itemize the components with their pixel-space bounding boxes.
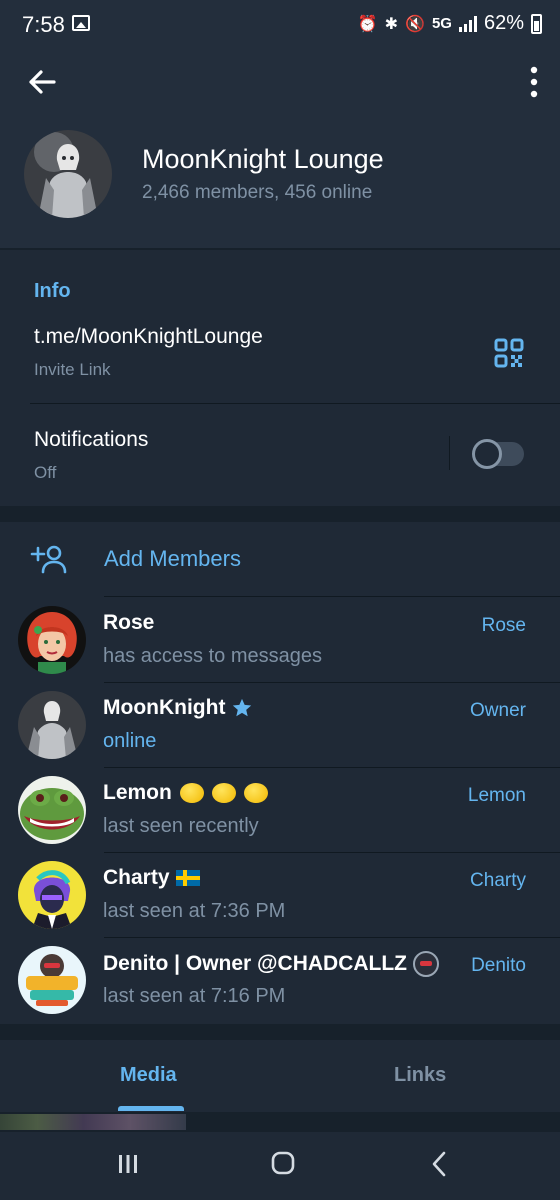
- tab-links[interactable]: Links: [394, 1064, 446, 1087]
- qr-code-icon[interactable]: [494, 338, 524, 368]
- profile-header: MoonKnight Lounge 2,466 members, 456 onl…: [0, 48, 560, 248]
- system-navigation-bar: [0, 1132, 560, 1200]
- member-role: Lemon: [467, 785, 526, 806]
- tab-media[interactable]: Media: [120, 1064, 177, 1087]
- member-count: 2,466 members, 456 online: [142, 182, 373, 203]
- member-status: has access to messages: [103, 645, 322, 667]
- member-row-charty[interactable]: Charty last seen at 7:36 PM Charty: [0, 852, 560, 937]
- notifications-status: Off: [34, 463, 57, 482]
- group-title: MoonKnight Lounge: [142, 144, 384, 174]
- member-role: Denito: [471, 955, 526, 976]
- add-members-label: Add Members: [104, 546, 241, 571]
- notifications-title[interactable]: Notifications: [34, 428, 148, 452]
- avatar: [18, 861, 86, 929]
- info-divider: [30, 403, 560, 404]
- members-section: Add Members Rose has access to messages …: [0, 522, 560, 1024]
- status-icons: ⏰ ✱ 🔇 5G 62%: [358, 12, 542, 35]
- invite-link[interactable]: t.me/MoonKnightLounge: [34, 325, 263, 349]
- media-thumbnail[interactable]: [0, 1114, 186, 1130]
- add-members-button[interactable]: Add Members: [0, 522, 560, 596]
- bluetooth-icon: ✱: [384, 15, 399, 33]
- member-name: Denito | Owner @CHADCALLZ: [103, 951, 440, 977]
- member-row-lemon[interactable]: Lemon last seen recently Lemon: [0, 767, 560, 852]
- member-status: online: [103, 730, 157, 752]
- member-role: Owner: [470, 700, 526, 721]
- member-name: Charty: [103, 866, 200, 890]
- alarm-icon: ⏰: [357, 15, 378, 33]
- member-row-denito[interactable]: Denito | Owner @CHADCALLZ last seen at 7…: [0, 937, 560, 1022]
- add-user-icon: [30, 545, 67, 574]
- mute-icon: 🔇: [405, 15, 425, 33]
- member-name: Lemon: [103, 781, 268, 805]
- image-notification-icon: [72, 15, 90, 31]
- avatar: [18, 606, 86, 674]
- member-role: Charty: [470, 870, 526, 891]
- battery-icon: [531, 13, 542, 34]
- lemon-emoji-icon: [179, 783, 204, 803]
- star-icon: [233, 698, 252, 717]
- media-grid: [0, 1112, 560, 1132]
- avatar: [18, 946, 86, 1014]
- sweden-flag-icon: [175, 870, 200, 886]
- avatar: [18, 776, 86, 844]
- member-role: Rose: [481, 615, 526, 636]
- member-status: last seen at 7:16 PM: [103, 985, 286, 1007]
- monkey-emoji-icon: [413, 951, 440, 977]
- info-section: Info t.me/MoonKnightLounge Invite Link N…: [0, 250, 560, 506]
- back-nav-icon[interactable]: [430, 1150, 448, 1178]
- notifications-toggle[interactable]: [472, 439, 524, 469]
- notifications-separator: [449, 436, 450, 470]
- member-status: last seen at 7:36 PM: [103, 900, 286, 922]
- media-tabs: Media Links: [0, 1040, 560, 1112]
- member-row-moonknight[interactable]: MoonKnight online Owner: [0, 682, 560, 767]
- member-name: Rose: [103, 611, 155, 634]
- invite-link-label: Invite Link: [34, 360, 111, 379]
- status-bar: 7:58 ⏰ ✱ 🔇 5G 62%: [0, 0, 560, 48]
- battery-percent: 62%: [483, 12, 524, 34]
- back-arrow-icon[interactable]: [24, 64, 60, 100]
- lemon-emoji-icon: [243, 783, 268, 803]
- recent-apps-icon[interactable]: [116, 1152, 140, 1176]
- signal-icon: [458, 15, 477, 32]
- lemon-emoji-icon: [211, 783, 236, 803]
- status-time: 7:58: [22, 12, 65, 37]
- network-label: 5G: [431, 15, 452, 32]
- avatar: [18, 691, 86, 759]
- member-status: last seen recently: [103, 815, 259, 837]
- more-options-icon[interactable]: [528, 64, 540, 100]
- active-tab-indicator: [118, 1106, 184, 1111]
- info-section-title: Info: [34, 280, 71, 302]
- member-row-rose[interactable]: Rose has access to messages Rose: [0, 597, 560, 682]
- member-name: MoonKnight: [103, 696, 253, 720]
- home-icon[interactable]: [270, 1150, 296, 1176]
- group-avatar[interactable]: [24, 130, 112, 218]
- toggle-knob: [472, 439, 502, 469]
